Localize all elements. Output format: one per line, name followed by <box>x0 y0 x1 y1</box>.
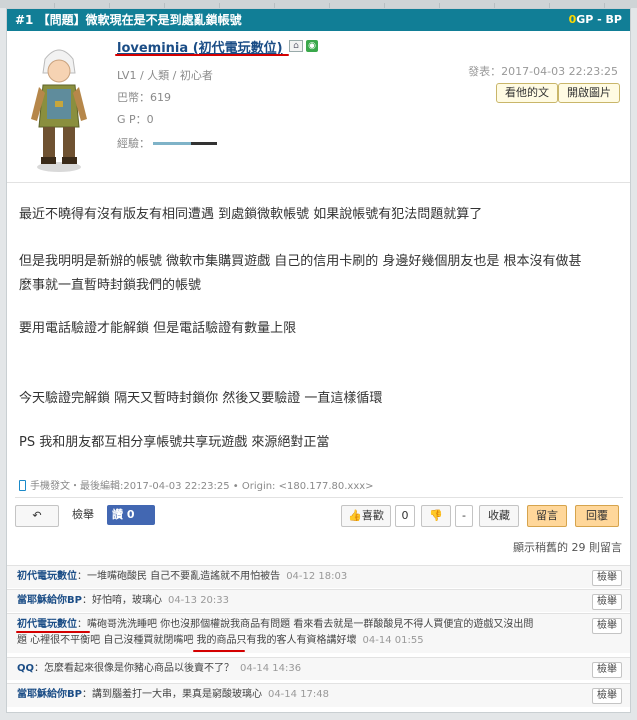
post-line-6: PS 我和朋友都互相分享帳號共享玩遊戲 來源絕對正當 <box>19 435 330 450</box>
comment-time: 04-14 14:36 <box>240 663 302 674</box>
red-underline-author <box>115 54 289 56</box>
view-posts-button[interactable]: 看他的文 <box>496 83 558 103</box>
comment-text: ：嘴砲哥洗洗睡吧 你也沒那個權說我商品有問題 看來看去就是一群酸酸見不得人買便宜… <box>77 619 534 630</box>
comment-item: 初代電玩數位：嘴砲哥洗洗睡吧 你也沒那個權說我商品有問題 看來看去就是一群酸酸見… <box>7 613 630 653</box>
comment-report-button[interactable]: 檢舉 <box>592 662 622 678</box>
divider <box>15 497 623 498</box>
comment-time: 04-14 01:55 <box>362 635 424 646</box>
comment-text: ：一堆嘴砲酸民 自己不要亂造謠就不用怕被告 <box>77 571 281 582</box>
like-label: 喜歡 <box>361 509 384 522</box>
report-button[interactable]: 檢舉 <box>65 505 101 527</box>
top-tab-strip <box>0 0 637 11</box>
comment-item: 當耶穌給你BP：講到腦羞打一大串，果真是窮酸玻璃心 04-14 17:48 檢舉 <box>7 683 630 707</box>
post-time: 發表：2017-04-03 22:23:25 <box>468 65 618 78</box>
comment-time: 04-13 20:33 <box>167 595 230 606</box>
red-underline-comment-author <box>16 631 90 633</box>
share-back-button[interactable]: ↶ <box>15 505 59 527</box>
author-coins: 巴幣：619 <box>117 91 171 104</box>
rss-icon[interactable]: ◉ <box>306 40 318 52</box>
post-title-bar: #1 【問題】微軟現在是不是到處亂鎖帳號 0GP - BP <box>7 9 630 31</box>
comment-author[interactable]: 初代電玩數位 <box>17 571 77 582</box>
post-title: #1 【問題】微軟現在是不是到處亂鎖帳號 <box>15 13 242 27</box>
comment-time: 04-14 17:48 <box>267 689 330 700</box>
comment-text: ：講到腦羞打一大串，果真是窮酸玻璃心 <box>81 689 262 700</box>
like-count: 0 <box>395 505 415 527</box>
comment-item: 當耶穌給你BP：好怕唷，玻璃心 04-13 20:33 檢舉 <box>7 589 630 612</box>
author-gp: G P：0 <box>117 113 154 126</box>
action-bar: ↶ 檢舉 讚 0 👍喜歡 0 👎 - 收藏 留言 回覆 <box>15 505 623 529</box>
post-line-3: 麼事就一直暫時封鎖我們的帳號 <box>19 278 202 293</box>
open-image-button[interactable]: 開啟圖片 <box>558 83 620 103</box>
comment-text: ：怎麼看起來很像是你豬心商品以後賣不了？ <box>34 663 235 674</box>
comment-button[interactable]: 留言 <box>527 505 567 527</box>
comment-time: 04-12 18:03 <box>286 571 348 582</box>
gp-label: GP <box>576 13 594 26</box>
reply-button[interactable]: 回覆 <box>575 505 619 527</box>
show-older-comments-link[interactable]: 顯示稍舊的 29 則留言 <box>7 537 630 559</box>
dislike-button[interactable]: 👎 <box>421 505 451 527</box>
exp-label: 經驗： <box>117 137 150 150</box>
comment-report-button[interactable]: 檢舉 <box>592 570 622 586</box>
avatar[interactable] <box>15 39 103 175</box>
exp-progress-fill <box>153 142 192 145</box>
red-underline-my-product <box>193 650 245 652</box>
favorite-button[interactable]: 收藏 <box>479 505 519 527</box>
fb-like-button[interactable]: 讚 0 <box>107 505 155 525</box>
post-line-5: 今天驗證完解鎖 隔天又暫時封鎖你 然後又要驗證 一直這樣循環 <box>19 391 383 406</box>
post-card: #1 【問題】微軟現在是不是到處亂鎖帳號 0GP - BP loveminia … <box>6 8 631 713</box>
like-button[interactable]: 👍喜歡 <box>341 505 391 527</box>
post-line-1: 最近不曉得有沒有版友有相同遭遇 到處鎖微軟帳號 如果說帳號有犯法問題就算了 <box>19 207 483 222</box>
comment-report-button[interactable]: 檢舉 <box>592 688 622 704</box>
comment-item: 初代電玩數位：一堆嘴砲酸民 自己不要亂造謠就不用怕被告 04-12 18:03 檢… <box>7 565 630 588</box>
post-line-4: 要用電話驗證才能解鎖 但是電話驗證有數量上限 <box>19 321 297 336</box>
post-edit-info: 手機發文・最後編輯:2017-04-03 22:23:25 • Origin: … <box>30 481 374 492</box>
comment-report-button[interactable]: 檢舉 <box>592 594 622 610</box>
comment-report-button[interactable]: 檢舉 <box>592 618 622 634</box>
post-footer-meta: 手機發文・最後編輯:2017-04-03 22:23:25 • Origin: … <box>19 477 374 492</box>
comment-text-cont: 題 心裡很不平衡吧 自己沒種買就閉嘴吧 我的商品只有我的客人有資格講好壞 <box>17 635 357 646</box>
author-level: LV1 / 人類 / 初心者 <box>117 69 213 82</box>
home-icon[interactable]: ⌂ <box>289 40 303 52</box>
bp-label: - BP <box>597 13 622 26</box>
gp-bp-counter: 0GP - BP <box>569 9 622 31</box>
dislike-count: - <box>455 505 473 527</box>
comment-author[interactable]: 初代電玩數位 <box>17 619 77 630</box>
exp-progress-bar <box>153 142 217 145</box>
comment-item: QQ：怎麼看起來很像是你豬心商品以後賣不了？ 04-14 14:36 檢舉 <box>7 657 630 680</box>
author-panel: loveminia (初代電玩數位) ⌂ ◉ LV1 / 人類 / 初心者 巴幣… <box>7 31 630 183</box>
comment-author[interactable]: 當耶穌給你BP <box>17 689 82 700</box>
mobile-icon <box>19 480 26 491</box>
post-line-2: 但是我明明是新辦的帳號 微軟市集購買遊戲 自己的信用卡刷的 身邊好幾個朋友也是 … <box>19 254 582 269</box>
comment-author[interactable]: QQ <box>17 663 34 674</box>
comment-author[interactable]: 當耶穌給你BP <box>17 595 82 606</box>
fb-like-label: 讚 0 <box>112 508 135 521</box>
comment-text: ：好怕唷，玻璃心 <box>81 595 162 606</box>
